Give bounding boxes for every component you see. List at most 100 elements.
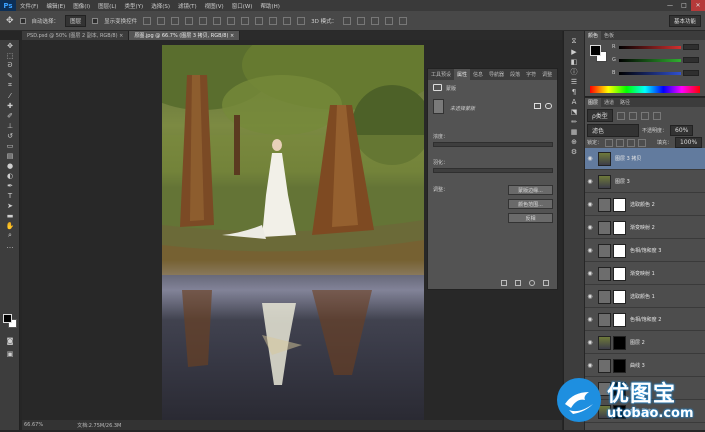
layer-thumbnail[interactable]	[598, 174, 611, 189]
info-icon[interactable]: ⓘ	[567, 67, 581, 76]
green-value[interactable]	[683, 57, 699, 63]
menu-view[interactable]: 视图(V)	[201, 2, 228, 10]
zoom-level[interactable]: 66.67%	[24, 422, 43, 428]
layer-mask-thumbnail[interactable]	[613, 335, 626, 350]
menu-filter[interactable]: 滤镜(T)	[174, 2, 201, 10]
history-icon[interactable]: ⧖	[567, 37, 581, 46]
mask-edge-button[interactable]: 蒙版边缘...	[508, 185, 553, 195]
layer-filter-dropdown[interactable]: ρ类型	[587, 109, 613, 122]
hand-icon[interactable]: ✋	[3, 221, 17, 230]
lasso-icon[interactable]: ᘐ	[3, 61, 17, 70]
load-selection-icon[interactable]	[501, 280, 507, 286]
align-middle-icon[interactable]	[157, 16, 166, 25]
align-bottom-icon[interactable]	[171, 16, 180, 25]
red-value[interactable]	[683, 44, 699, 50]
show-transform-checkbox[interactable]	[92, 17, 99, 24]
layer-row[interactable]: ◉ 选取颜色 1	[585, 286, 705, 308]
filter-pixel-icon[interactable]	[616, 111, 625, 120]
color-spectrum[interactable]	[590, 86, 700, 93]
tab-adjustments[interactable]: 调整	[539, 71, 555, 78]
visibility-eye-icon[interactable]: ◉	[585, 362, 595, 369]
layer-row[interactable]: ◉ 图层 3	[585, 171, 705, 193]
paragraph-icon[interactable]: ¶	[567, 87, 581, 96]
blur-icon[interactable]: ●	[3, 161, 17, 170]
filter-shape-icon[interactable]	[652, 111, 661, 120]
tab-navigator[interactable]: 导航器	[486, 71, 507, 78]
visibility-eye-icon[interactable]: ◉	[585, 247, 595, 254]
3d-drag-icon[interactable]	[371, 16, 380, 25]
lock-position-icon[interactable]	[627, 138, 636, 147]
color-range-button[interactable]: 颜色范围...	[508, 199, 553, 209]
tab-original[interactable]: 原图.jpg @ 66.7% (图层 3 拷贝, RGB/8) ×	[129, 31, 241, 40]
maximize-button[interactable]: □	[677, 0, 691, 11]
layer-mask-thumbnail[interactable]	[613, 266, 626, 281]
menu-layer[interactable]: 图层(L)	[94, 2, 120, 10]
adjustment-icon[interactable]	[598, 220, 611, 235]
crop-icon[interactable]: ⌗	[3, 81, 17, 90]
layer-row[interactable]: ◉ 图层 2	[585, 332, 705, 354]
layer-row[interactable]: ◉ 色相/饱和度 2	[585, 309, 705, 331]
tab-properties[interactable]: 属性	[454, 69, 471, 80]
styles-icon[interactable]: ⬔	[567, 107, 581, 116]
layer-mask-thumbnail[interactable]	[613, 197, 626, 212]
delete-mask-icon[interactable]	[543, 280, 549, 286]
lock-pixels-icon[interactable]	[616, 138, 625, 147]
screen-mode-icon[interactable]: ▣	[3, 349, 17, 358]
red-slider[interactable]	[619, 46, 681, 49]
tab-paragraph[interactable]: 段落	[507, 71, 523, 78]
properties-icon[interactable]: ◧	[567, 57, 581, 66]
disable-mask-icon[interactable]	[529, 280, 535, 286]
distribute-right-icon[interactable]	[297, 16, 306, 25]
align-right-icon[interactable]	[213, 16, 222, 25]
auto-select-checkbox[interactable]	[19, 17, 26, 24]
layer-mask-thumbnail[interactable]	[613, 243, 626, 258]
green-slider[interactable]	[619, 59, 681, 62]
tool-presets-icon[interactable]: ⚙	[567, 147, 581, 156]
fill-input[interactable]: 100%	[675, 137, 703, 148]
path-select-icon[interactable]: ➤	[3, 201, 17, 210]
tab-swatches[interactable]: 色板	[601, 32, 617, 39]
shape-icon[interactable]: ▬	[3, 211, 17, 220]
close-button[interactable]: ✕	[691, 0, 705, 11]
filter-type-icon[interactable]	[640, 111, 649, 120]
adjustment-icon[interactable]	[598, 312, 611, 327]
type-icon[interactable]: T	[3, 191, 17, 200]
tab-psd[interactable]: PSD.psd @ 50% (图层 2 副本, RGB/8) ×	[22, 31, 130, 40]
blue-value[interactable]	[683, 70, 699, 76]
more-tools-icon[interactable]: …	[3, 241, 17, 250]
workspace-dropdown[interactable]: 基本功能	[668, 14, 701, 27]
distribute-left-icon[interactable]	[269, 16, 278, 25]
layer-mask-thumbnail[interactable]	[613, 289, 626, 304]
adjustment-icon[interactable]	[598, 289, 611, 304]
dodge-icon[interactable]: ◐	[3, 171, 17, 180]
fg-color-chip[interactable]	[590, 45, 601, 56]
3d-slide-icon[interactable]	[385, 16, 394, 25]
tab-color[interactable]: 颜色	[585, 31, 602, 40]
align-center-icon[interactable]	[199, 16, 208, 25]
tab-tool-presets[interactable]: 工具预设	[428, 71, 454, 78]
visibility-eye-icon[interactable]: ◉	[585, 316, 595, 323]
visibility-eye-icon[interactable]: ◉	[585, 178, 595, 185]
layer-mask-thumbnail[interactable]	[613, 312, 626, 327]
move-tool-icon[interactable]: ✥	[6, 16, 14, 26]
visibility-eye-icon[interactable]: ◉	[585, 293, 595, 300]
visibility-eye-icon[interactable]: ◉	[585, 339, 595, 346]
lock-all-icon[interactable]	[638, 138, 647, 147]
menu-file[interactable]: 文件(F)	[16, 2, 42, 10]
adjustment-icon[interactable]	[598, 266, 611, 281]
clone-stamp-icon[interactable]: ⊥	[3, 121, 17, 130]
gradient-icon[interactable]: ▤	[3, 151, 17, 160]
pen-icon[interactable]: ✒	[3, 181, 17, 190]
filter-adjustment-icon[interactable]	[628, 111, 637, 120]
add-vector-mask-icon[interactable]	[545, 103, 552, 109]
blend-mode-dropdown[interactable]: 滤色	[587, 124, 639, 137]
eraser-icon[interactable]: ▭	[3, 141, 17, 150]
opacity-input[interactable]: 60%	[670, 125, 694, 136]
move-icon[interactable]: ✥	[3, 41, 17, 50]
tab-character[interactable]: 字符	[523, 71, 539, 78]
align-left-icon[interactable]	[185, 16, 194, 25]
history-brush-icon[interactable]: ↺	[3, 131, 17, 140]
zoom-icon[interactable]: ⌕	[3, 231, 17, 240]
marquee-icon[interactable]: ⬚	[3, 51, 17, 60]
lock-transparent-icon[interactable]	[605, 138, 614, 147]
